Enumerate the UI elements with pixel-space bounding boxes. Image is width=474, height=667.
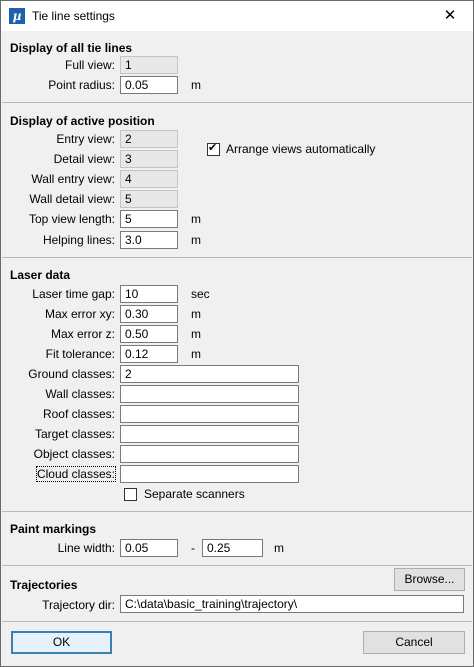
wall-classes-field[interactable] xyxy=(120,385,299,403)
line-width-max-field[interactable]: 0.25 xyxy=(202,539,263,557)
full-view-label: Full view: xyxy=(64,58,115,72)
target-classes-field[interactable] xyxy=(120,425,299,443)
roof-classes-label: Roof classes: xyxy=(42,407,115,421)
helping-lines-unit: m xyxy=(191,233,201,247)
browse-button[interactable]: Browse... xyxy=(394,568,465,591)
title-bar: µ Tie line settings ✕ xyxy=(1,1,473,31)
top-view-length-field[interactable]: 5 xyxy=(120,210,178,228)
section-paint-markings-heading: Paint markings xyxy=(10,522,97,536)
wall-classes-label: Wall classes: xyxy=(45,387,115,401)
window-title: Tie line settings xyxy=(32,9,115,23)
roof-classes-field[interactable] xyxy=(120,405,299,423)
app-icon: µ xyxy=(9,8,25,24)
entry-view-field: 2 xyxy=(120,130,178,148)
max-error-xy-field[interactable]: 0.30 xyxy=(120,305,178,323)
fit-tolerance-label: Fit tolerance: xyxy=(45,347,115,361)
wall-entry-view-field: 4 xyxy=(120,170,178,188)
laser-time-gap-unit: sec xyxy=(191,287,210,301)
max-error-z-field[interactable]: 0.50 xyxy=(120,325,178,343)
line-width-unit: m xyxy=(274,541,284,555)
laser-time-gap-field[interactable]: 10 xyxy=(120,285,178,303)
top-view-length-label: Top view length: xyxy=(28,212,115,226)
entry-view-label: Entry view: xyxy=(56,132,115,146)
max-error-z-unit: m xyxy=(191,327,201,341)
line-width-min-field[interactable]: 0.05 xyxy=(120,539,178,557)
line-width-label: Line width: xyxy=(57,541,115,555)
ground-classes-label: Ground classes: xyxy=(28,367,115,381)
object-classes-field[interactable] xyxy=(120,445,299,463)
cloud-classes-label: Cloud classes: xyxy=(35,466,117,482)
max-error-z-label: Max error z: xyxy=(50,327,115,341)
section-display-all-heading: Display of all tie lines xyxy=(10,41,133,55)
target-classes-label: Target classes: xyxy=(34,427,115,441)
separate-scanners-label[interactable]: Separate scanners xyxy=(144,487,245,501)
detail-view-label: Detail view: xyxy=(53,152,115,166)
close-icon[interactable]: ✕ xyxy=(435,4,465,28)
detail-view-field: 3 xyxy=(120,150,178,168)
wall-detail-view-field: 5 xyxy=(120,190,178,208)
arrange-views-checkbox[interactable]: ✔ xyxy=(207,142,220,156)
point-radius-unit: m xyxy=(191,78,201,92)
fit-tolerance-unit: m xyxy=(191,347,201,361)
max-error-xy-unit: m xyxy=(191,307,201,321)
divider xyxy=(2,565,472,566)
point-radius-label: Point radius: xyxy=(48,78,115,92)
ok-button[interactable]: OK xyxy=(11,631,112,654)
cloud-classes-field[interactable] xyxy=(120,465,299,483)
check-mark-icon: ✔ xyxy=(208,142,218,154)
full-view-field: 1 xyxy=(120,56,178,74)
arrange-views-label[interactable]: Arrange views automatically xyxy=(226,142,375,156)
divider xyxy=(2,511,472,512)
divider xyxy=(2,102,472,103)
section-trajectories-heading: Trajectories xyxy=(10,578,78,592)
ground-classes-field[interactable]: 2 xyxy=(120,365,299,383)
tie-line-settings-dialog: µ Tie line settings ✕ Display of all tie… xyxy=(0,0,474,667)
divider xyxy=(2,621,472,622)
laser-time-gap-label: Laser time gap: xyxy=(32,287,115,301)
range-dash: - xyxy=(191,541,195,555)
object-classes-label: Object classes: xyxy=(33,447,115,461)
cancel-button[interactable]: Cancel xyxy=(363,631,465,654)
helping-lines-label: Helping lines: xyxy=(42,233,115,247)
separate-scanners-checkbox[interactable] xyxy=(124,488,137,501)
trajectory-dir-field[interactable]: C:\data\basic_training\trajectory\ xyxy=(120,595,464,613)
fit-tolerance-field[interactable]: 0.12 xyxy=(120,345,178,363)
max-error-xy-label: Max error xy: xyxy=(44,307,115,321)
wall-entry-view-label: Wall entry view: xyxy=(31,172,115,186)
divider xyxy=(2,257,472,258)
section-display-active-heading: Display of active position xyxy=(10,114,155,128)
wall-detail-view-label: Wall detail view: xyxy=(29,192,115,206)
trajectory-dir-label: Trajectory dir: xyxy=(42,598,115,612)
section-laser-data-heading: Laser data xyxy=(10,268,71,282)
point-radius-field[interactable]: 0.05 xyxy=(120,76,178,94)
helping-lines-field[interactable]: 3.0 xyxy=(120,231,178,249)
top-view-length-unit: m xyxy=(191,212,201,226)
